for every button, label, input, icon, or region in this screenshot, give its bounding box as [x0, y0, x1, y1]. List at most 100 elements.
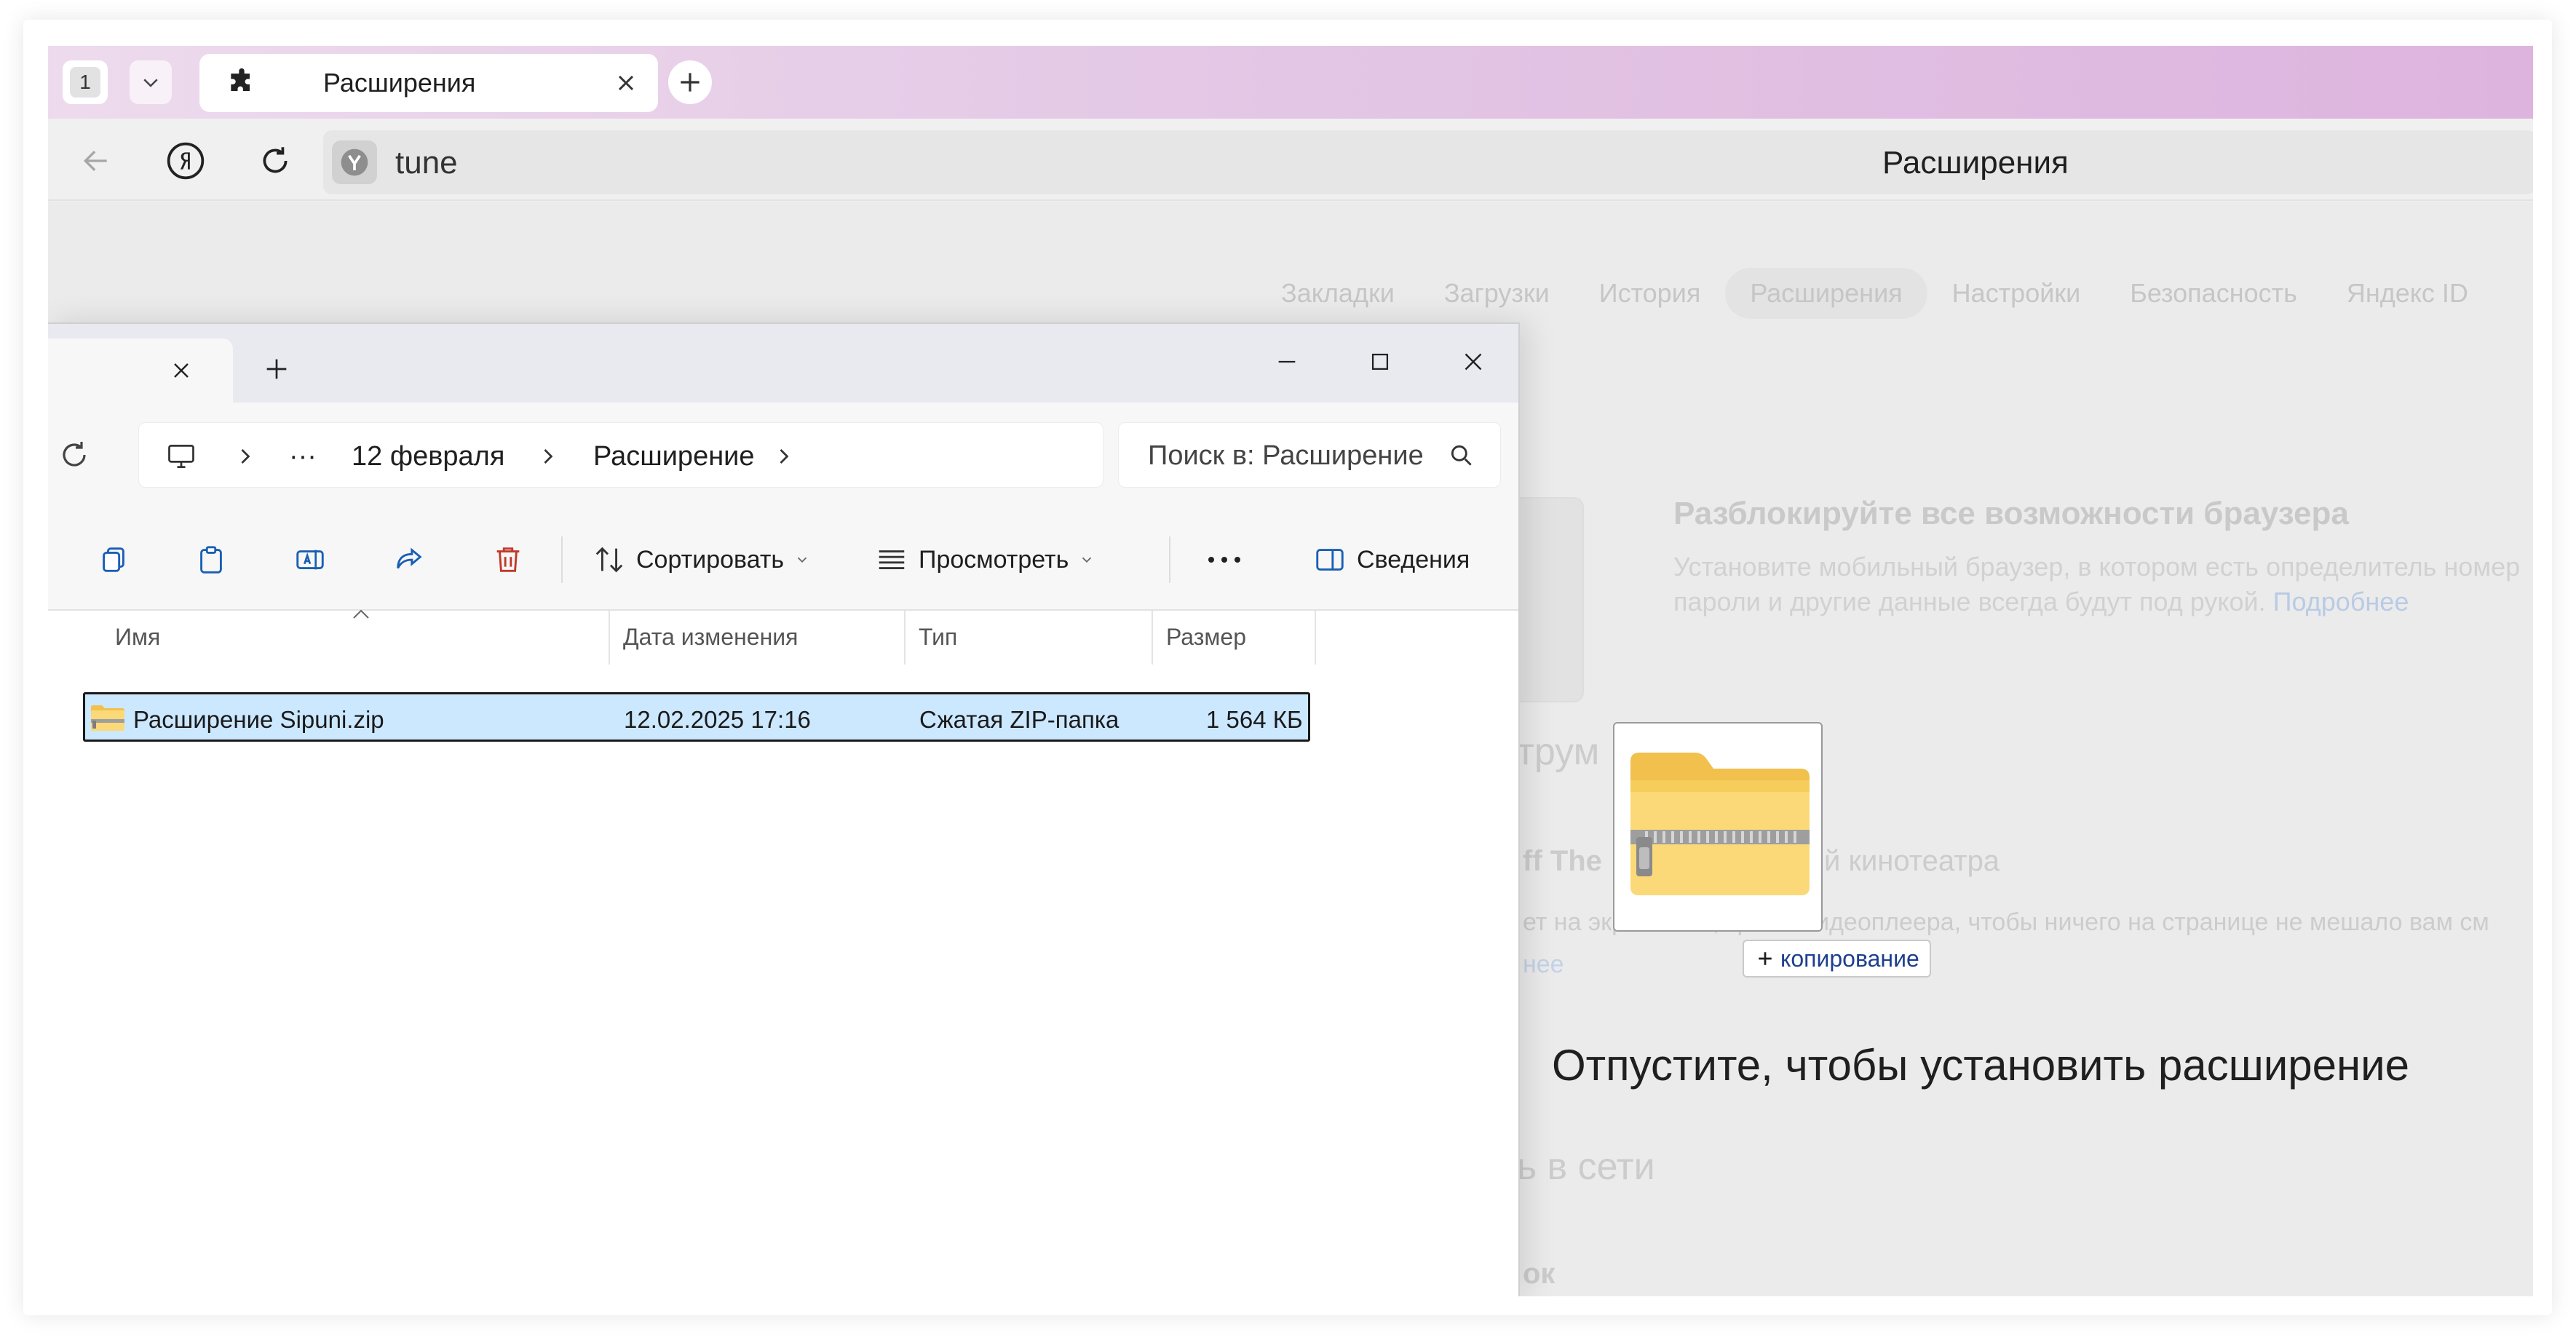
- promo-title: Разблокируйте все возможности браузера: [1673, 496, 2349, 531]
- chevron-right-icon: [780, 449, 789, 464]
- explorer-addressbar: ··· 12 февраля Расширение: [48, 403, 1518, 507]
- tab-strip: 1 Расширения: [48, 46, 2533, 119]
- chevron-right-icon: [241, 449, 250, 464]
- reload-icon: [263, 147, 288, 173]
- sort-button[interactable]: Сортировать: [593, 539, 810, 580]
- drag-ghost-zip: [1613, 722, 1823, 932]
- view-button[interactable]: Просмотреть: [875, 539, 1095, 580]
- column-size[interactable]: Размер: [1166, 624, 1246, 651]
- nav-item-security[interactable]: Безопасность: [2105, 268, 2322, 319]
- breadcrumb-item-extension-folder[interactable]: Расширение: [593, 440, 755, 472]
- extension-title: ff The: [1523, 845, 1602, 877]
- file-row-selected[interactable]: Расширение Sipuni.zip 12.02.2025 17:16 С…: [83, 692, 1310, 742]
- yandex-y-icon: [341, 148, 368, 176]
- search-box[interactable]: [1118, 422, 1501, 488]
- plus-icon[interactable]: [262, 354, 291, 384]
- column-divider[interactable]: [1152, 611, 1153, 665]
- file-type: Сжатая ZIP-папка: [919, 706, 1119, 733]
- more-dots-icon: [1208, 557, 1240, 563]
- refresh-icon[interactable]: [57, 437, 92, 472]
- tab-count: 1: [70, 67, 100, 98]
- tab-list-button[interactable]: [130, 60, 172, 104]
- tab-title: Расширения: [323, 68, 476, 98]
- column-divider[interactable]: [609, 611, 610, 665]
- file-size: 1 564 КБ: [1206, 706, 1303, 733]
- more-options-button[interactable]: [1195, 541, 1253, 579]
- trash-icon: [496, 547, 520, 572]
- maximize-button[interactable]: [1358, 340, 1402, 384]
- chevron-right-icon: [544, 449, 553, 464]
- section-item-fragment: ок: [1523, 1258, 1555, 1290]
- back-button[interactable]: [76, 140, 116, 181]
- extension-title-tail: й кинотеатра: [1824, 845, 2000, 877]
- nav-item-downloads[interactable]: Загрузки: [1419, 268, 1574, 319]
- yandex-button[interactable]: [165, 140, 206, 181]
- nav-item-settings[interactable]: Настройки: [1927, 268, 2106, 319]
- sort-label: Сортировать: [636, 545, 785, 574]
- reload-button[interactable]: [255, 140, 296, 181]
- breadcrumb-more[interactable]: ···: [289, 440, 317, 472]
- maximize-icon: [1371, 353, 1389, 370]
- delete-button[interactable]: [489, 541, 527, 579]
- column-divider[interactable]: [1315, 611, 1316, 665]
- zip-folder-icon: [1630, 753, 1810, 895]
- tab-extensions[interactable]: Расширения: [199, 54, 658, 112]
- file-date-modified: 12.02.2025 17:16: [624, 706, 811, 733]
- arrow-left-icon: [83, 150, 107, 172]
- drop-hint-text: Отпустите, чтобы установить расширение: [1552, 1041, 2410, 1090]
- command-separator: [1169, 536, 1170, 583]
- drag-copy-label: копирование: [1780, 945, 1919, 972]
- minimize-button[interactable]: [1265, 340, 1309, 384]
- plus-icon: [681, 73, 700, 92]
- chevron-down-icon: [797, 557, 807, 563]
- close-icon[interactable]: [613, 70, 639, 96]
- new-tab-button[interactable]: [668, 60, 712, 104]
- address-bar[interactable]: tune Расширения: [323, 130, 2533, 194]
- sort-icon: [595, 547, 623, 573]
- paste-button[interactable]: [192, 541, 230, 579]
- file-explorer-window: ··· 12 февраля Расширение Поиск в: Расши…: [48, 322, 1520, 1296]
- address-page-title: Расширения: [1882, 145, 2069, 181]
- sort-ascending-icon: [353, 609, 369, 619]
- details-button[interactable]: Сведения: [1313, 539, 1470, 580]
- extension-more-link[interactable]: нее: [1523, 951, 1564, 979]
- promo-text-line2-body: пароли и другие данные всегда будут под …: [1673, 587, 2266, 617]
- view-label: Просмотреть: [919, 545, 1069, 574]
- column-header: Имя Дата изменения Тип Размер: [48, 609, 1518, 665]
- nav-item-extensions[interactable]: Расширения: [1725, 268, 1927, 319]
- breadcrumb-item-date-folder[interactable]: 12 февраля: [352, 440, 504, 472]
- nav-item-bookmarks[interactable]: Закладки: [1256, 268, 1419, 319]
- address-text: tune: [395, 145, 458, 181]
- nav-item-yandex-id[interactable]: Яндекс ID: [2322, 268, 2493, 319]
- drag-copy-badge: копирование: [1743, 940, 1931, 978]
- explorer-tab[interactable]: [48, 338, 233, 403]
- section-heading-tools: трум: [1517, 731, 1600, 773]
- column-date-modified[interactable]: Дата изменения: [623, 624, 798, 651]
- plus-icon: [1759, 952, 1772, 965]
- share-icon: [397, 547, 422, 569]
- explorer-titlebar: [48, 324, 1518, 403]
- column-divider[interactable]: [904, 611, 905, 665]
- close-window-button[interactable]: [1451, 340, 1495, 384]
- section-heading-online: ь в сети: [1517, 1146, 1655, 1188]
- browser-toolbar: tune Расширения: [48, 119, 2533, 201]
- copy-button[interactable]: [95, 541, 132, 579]
- clipboard-icon: [200, 546, 222, 574]
- column-type[interactable]: Тип: [919, 624, 957, 651]
- share-button[interactable]: [390, 541, 428, 579]
- rename-button[interactable]: [291, 541, 329, 579]
- nav-item-history[interactable]: История: [1574, 268, 1726, 319]
- copy-icon: [103, 547, 124, 572]
- breadcrumb[interactable]: ··· 12 февраля Расширение: [138, 422, 1103, 488]
- rename-icon: [296, 550, 324, 570]
- command-separator: [561, 536, 563, 583]
- promo-more-link[interactable]: Подробнее: [2273, 587, 2409, 617]
- search-input[interactable]: [1148, 439, 1439, 472]
- list-view-icon: [879, 550, 905, 569]
- tab-counter-button[interactable]: 1: [63, 60, 108, 104]
- column-name[interactable]: Имя: [115, 624, 160, 651]
- site-icon: [332, 140, 377, 184]
- close-icon[interactable]: [168, 357, 194, 384]
- promo-text-line1: Установите мобильный браузер, в котором …: [1673, 552, 2521, 582]
- details-label: Сведения: [1357, 545, 1470, 574]
